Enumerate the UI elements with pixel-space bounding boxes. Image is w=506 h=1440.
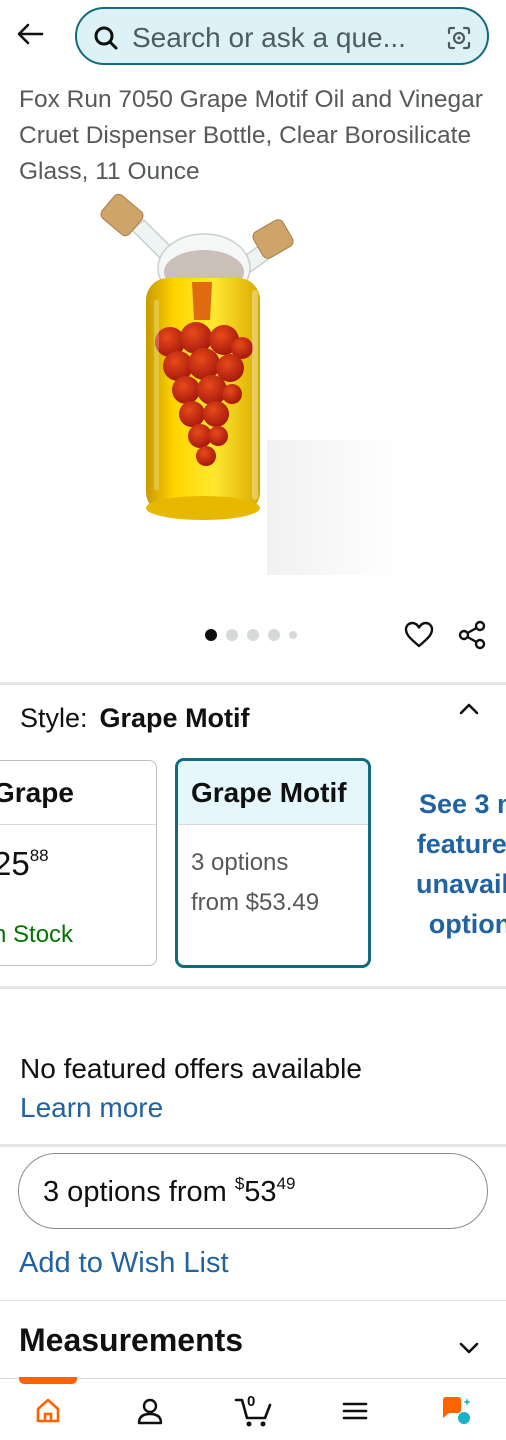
carousel-dot[interactable] [226, 629, 238, 641]
see-unavailable-options-link[interactable]: See 3 m featured unavaila option [395, 784, 506, 944]
style-option-price: 2588 [0, 845, 49, 882]
menu-icon [342, 1402, 368, 1420]
nav-home[interactable] [30, 1393, 66, 1429]
style-selected-value: Grape Motif [99, 703, 250, 733]
rufus-icon [443, 1397, 471, 1424]
home-icon [36, 1398, 60, 1423]
search-input[interactable]: Search or ask a que... [132, 22, 432, 54]
learn-more-link[interactable]: Learn more [20, 1092, 163, 1124]
nav-rufus[interactable] [438, 1393, 474, 1429]
add-to-wish-list-link[interactable]: Add to Wish List [19, 1247, 229, 1280]
section-divider [0, 1144, 506, 1147]
search-bar[interactable]: Search or ask a que... [75, 7, 489, 65]
account-icon [137, 1398, 163, 1425]
bottom-navigation: 0 [0, 1377, 506, 1440]
share-icon[interactable] [456, 619, 488, 651]
style-option-grape-motif[interactable]: Grape Motif 3 options from $53.49 [175, 758, 371, 968]
section-divider [0, 986, 506, 989]
search-icon [94, 26, 118, 50]
stock-status: n Stock [0, 921, 74, 948]
carousel-dot[interactable] [205, 629, 217, 641]
nav-menu[interactable] [337, 1393, 373, 1429]
chevron-down-icon[interactable] [455, 1336, 483, 1360]
cart-count-badge: 0 [247, 1393, 256, 1410]
active-tab-indicator [19, 1377, 77, 1384]
image-carousel-dots[interactable] [205, 629, 297, 641]
carousel-dot[interactable] [247, 629, 259, 641]
section-divider [0, 682, 506, 685]
heart-icon[interactable] [403, 619, 435, 651]
product-title: Fox Run 7050 Grape Motif Oil and Vinegar… [19, 86, 483, 185]
see-options-button[interactable]: 3 options from $5349 [18, 1153, 488, 1229]
section-divider [0, 1300, 506, 1301]
style-option-name: Grape [0, 761, 156, 825]
back-arrow-icon [17, 23, 44, 45]
style-selector-header[interactable]: Style: Grape Motif [20, 703, 250, 734]
nav-account[interactable] [132, 1393, 168, 1429]
style-option-name: Grape Motif [178, 761, 368, 825]
carousel-dot[interactable] [268, 629, 280, 641]
style-option-grape[interactable]: Grape 2588 n Stock [0, 760, 157, 966]
no-offers-message: No featured offers available [20, 1053, 362, 1084]
style-label: Style: [20, 703, 88, 733]
options-button-label: 3 options from $5349 [43, 1174, 296, 1208]
style-option-offers: 3 options from $53.49 [191, 849, 320, 916]
back-button[interactable] [10, 14, 50, 54]
measurements-heading[interactable]: Measurements [19, 1322, 243, 1359]
nav-cart[interactable]: 0 [233, 1393, 275, 1429]
chevron-up-icon[interactable] [455, 697, 483, 721]
carousel-dot[interactable] [289, 631, 297, 639]
product-image[interactable] [92, 190, 404, 580]
top-bar: Search or ask a que... [0, 0, 506, 74]
camera-lens-icon[interactable] [445, 24, 473, 52]
